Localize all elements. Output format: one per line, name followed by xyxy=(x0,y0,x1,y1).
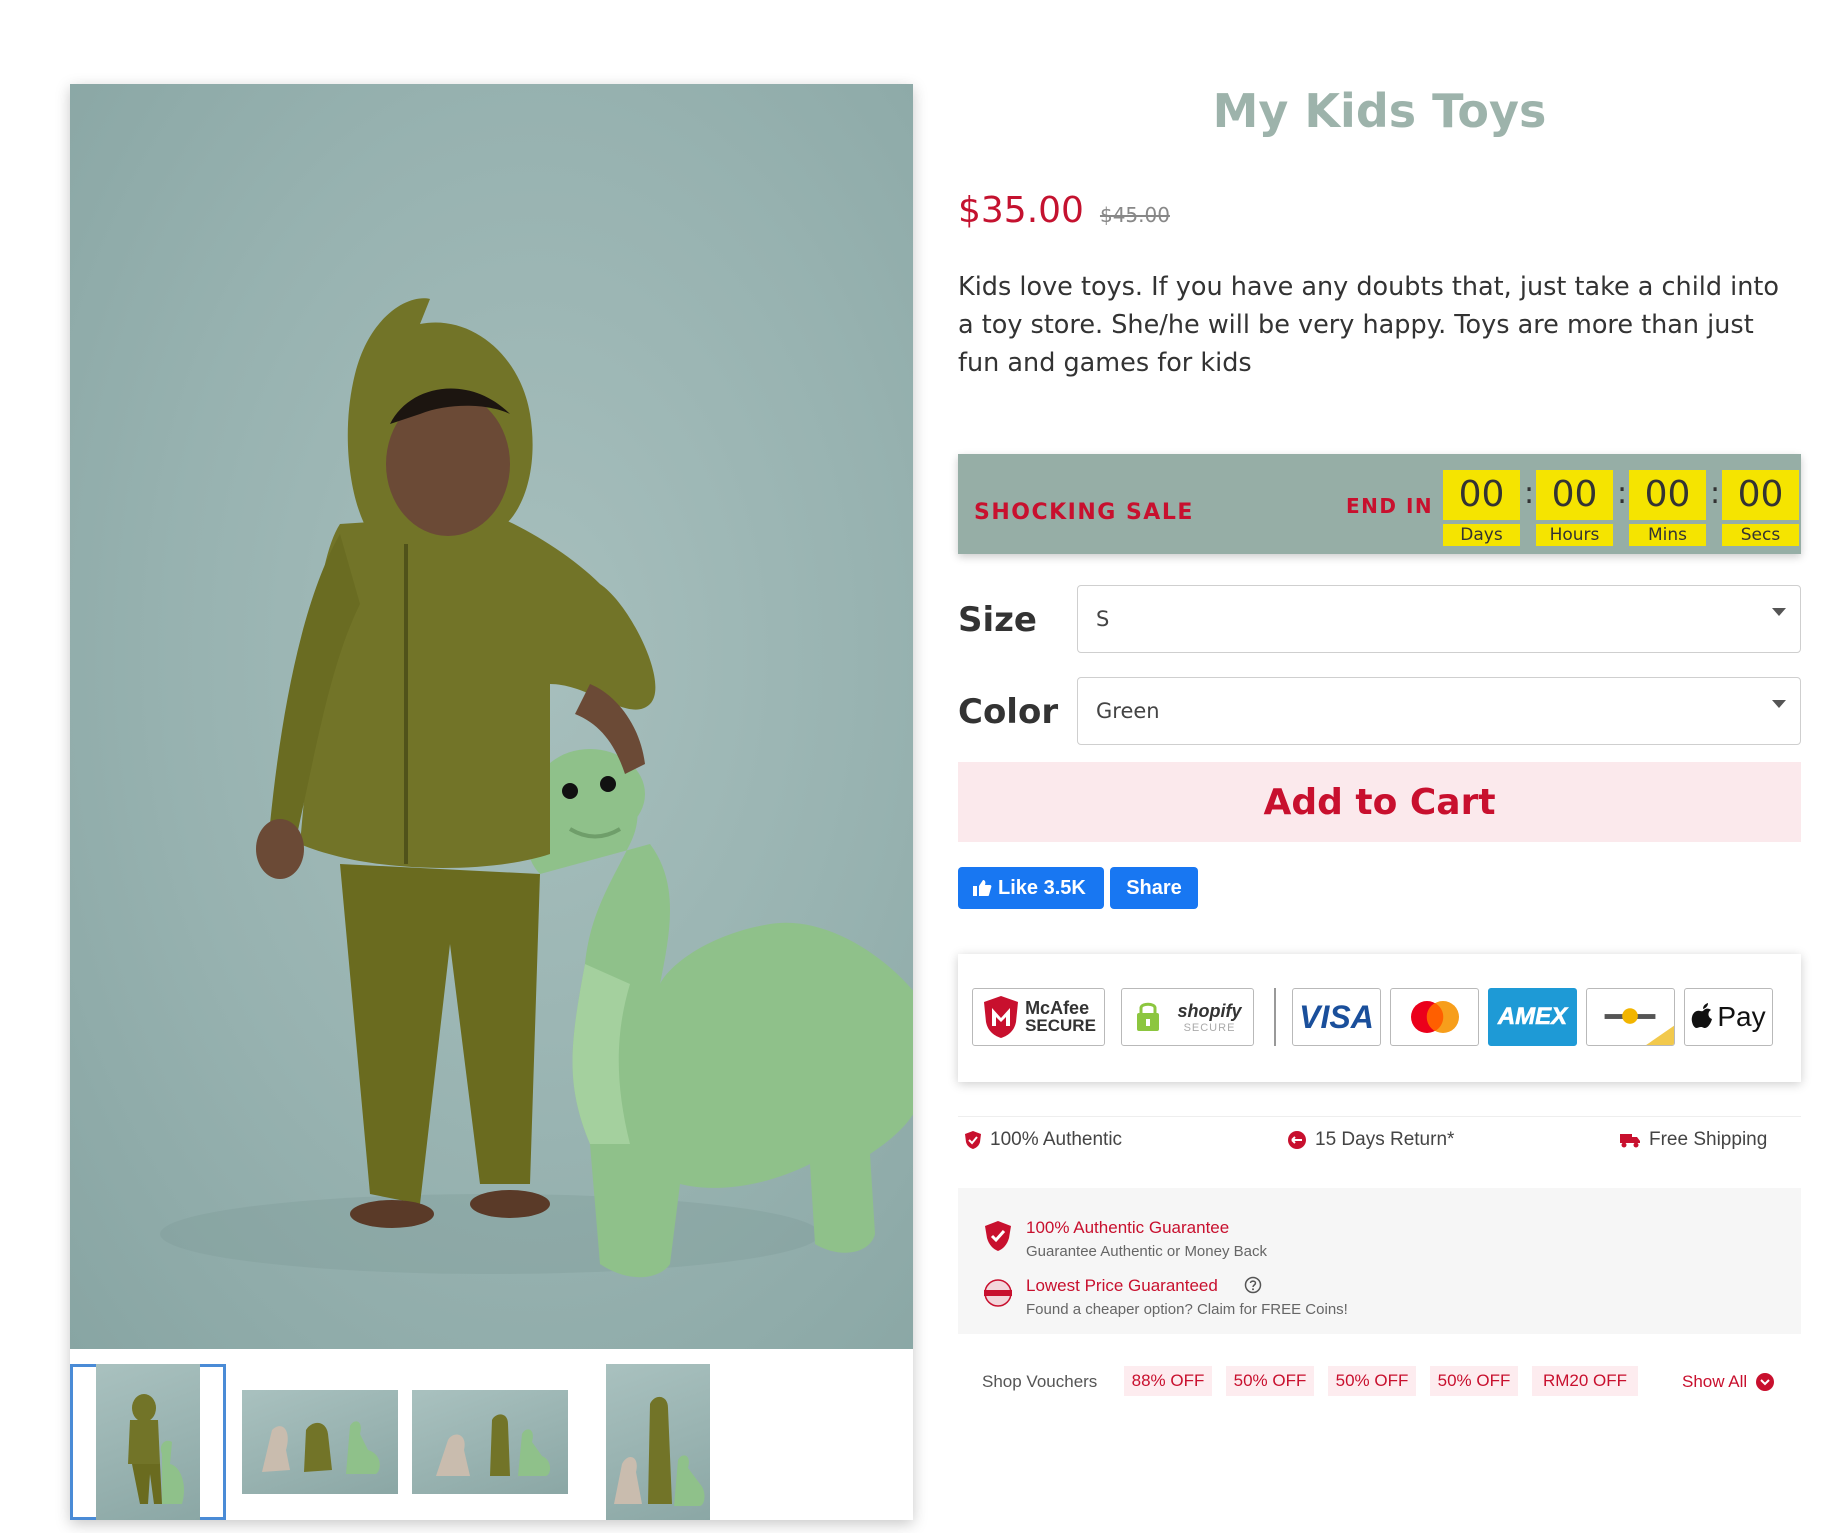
lowest-price-title: Lowest Price Guaranteed xyxy=(1026,1276,1218,1295)
countdown-hours-value: 00 xyxy=(1536,470,1613,520)
badge-divider xyxy=(1274,988,1276,1046)
countdown-mins-label: Mins xyxy=(1629,524,1706,546)
visa-label: VISA xyxy=(1299,998,1374,1035)
product-info-panel: My Kids Toys $35.00 $45.00 Kids love toy… xyxy=(958,0,1801,1533)
shopify-secure-badge: shopify SECURE xyxy=(1121,988,1254,1046)
countdown-days-label: Days xyxy=(1443,524,1520,546)
shop-vouchers-row: Shop Vouchers 88% OFF 50% OFF 50% OFF 50… xyxy=(958,1366,1801,1398)
mastercard-badge xyxy=(1390,988,1479,1046)
color-select-value: Green xyxy=(1096,699,1160,723)
authentic-guarantee-title: 100% Authentic Guarantee xyxy=(1026,1218,1230,1237)
credit-card-icon xyxy=(1604,1008,1674,1045)
apple-icon xyxy=(1692,1003,1713,1028)
trust-badges-box: McAfee SECURE shopify SECURE VISA AMEX P… xyxy=(958,954,1801,1082)
price-guarantee-badge-icon xyxy=(984,1279,1012,1307)
facebook-share-button[interactable]: Share xyxy=(1110,867,1198,909)
countdown-separator: : xyxy=(1710,476,1721,511)
voucher-tag[interactable]: RM20 OFF xyxy=(1532,1366,1638,1396)
color-label: Color xyxy=(958,692,1059,732)
voucher-tag[interactable]: 50% OFF xyxy=(1328,1366,1416,1396)
product-gallery xyxy=(70,84,913,1520)
mastercard-icon xyxy=(1410,1001,1459,1033)
countdown-secs-value: 00 xyxy=(1722,470,1799,520)
product-title: My Kids Toys xyxy=(1212,84,1547,138)
sale-price: $35.00 xyxy=(958,190,1084,231)
add-to-cart-button[interactable]: Add to Cart xyxy=(958,762,1801,842)
lock-icon xyxy=(1137,1002,1160,1031)
mcafee-line2: SECURE xyxy=(1025,1016,1096,1035)
truck-icon xyxy=(1620,1134,1640,1148)
vouchers-label: Shop Vouchers xyxy=(982,1372,1098,1391)
countdown-mins-value: 00 xyxy=(1629,470,1706,520)
size-select[interactable]: S xyxy=(1077,585,1801,653)
thumbnail-1[interactable] xyxy=(70,1364,226,1520)
sale-label: SHOCKING SALE xyxy=(974,500,1194,525)
shield-check-icon xyxy=(985,1221,1011,1251)
trust-shipping: Free Shipping xyxy=(1619,1129,1767,1151)
trust-returns-label: 15 Days Return* xyxy=(1315,1129,1455,1150)
mcafee-line1: McAfee xyxy=(1025,998,1090,1018)
countdown-days: 00 Days xyxy=(1443,470,1520,546)
shopify-line2: SECURE xyxy=(1183,1021,1236,1034)
voucher-tag[interactable]: 88% OFF xyxy=(1124,1366,1212,1396)
compare-price: $45.00 xyxy=(1099,203,1170,227)
countdown-separator: : xyxy=(1524,476,1535,511)
price-row: $35.00 $45.00 xyxy=(958,190,1170,231)
shopify-line1: shopify xyxy=(1177,1000,1242,1021)
like-label: Like 3.5K xyxy=(998,876,1086,899)
chevron-down-icon xyxy=(1772,608,1786,616)
generic-card-badge xyxy=(1586,988,1675,1046)
thumbnail-4-image xyxy=(614,1396,705,1506)
chevron-down-circle-icon xyxy=(1756,1373,1775,1391)
share-label: Share xyxy=(1126,876,1182,899)
facebook-like-button[interactable]: Like 3.5K xyxy=(958,867,1104,909)
countdown-hours-label: Hours xyxy=(1536,524,1613,546)
sale-countdown-banner: SHOCKING SALE END IN 00 Days : 00 Hours … xyxy=(958,454,1801,554)
trust-shipping-label: Free Shipping xyxy=(1649,1129,1768,1150)
color-select[interactable]: Green xyxy=(1077,677,1801,745)
countdown-separator: : xyxy=(1617,476,1628,511)
thumbnail-2[interactable] xyxy=(242,1390,398,1494)
size-select-value: S xyxy=(1096,607,1110,631)
guarantee-box: 100% Authentic Guarantee Guarantee Authe… xyxy=(958,1188,1801,1334)
show-all-vouchers-link[interactable]: Show All xyxy=(1682,1372,1775,1392)
voucher-tag[interactable]: 50% OFF xyxy=(1226,1366,1314,1396)
voucher-tag[interactable]: 50% OFF xyxy=(1430,1366,1518,1396)
product-description: Kids love toys. If you have any doubts t… xyxy=(958,272,1780,378)
countdown-days-value: 00 xyxy=(1443,470,1520,520)
question-circle-icon[interactable] xyxy=(1244,1276,1262,1294)
thumbnail-4[interactable] xyxy=(606,1364,710,1520)
trust-row: 100% Authentic 15 Days Return* Free Ship… xyxy=(958,1116,1801,1162)
thumbnail-1-image xyxy=(128,1394,185,1504)
authentic-guarantee-subtitle: Guarantee Authentic or Money Back xyxy=(1026,1243,1267,1260)
countdown-hours: 00 Hours xyxy=(1536,470,1613,546)
thumbnail-3-image xyxy=(436,1414,551,1476)
mcafee-shield-icon xyxy=(984,996,1019,1038)
amex-label: AMEX xyxy=(1497,1003,1568,1031)
return-icon xyxy=(1288,1131,1306,1149)
thumbnail-strip xyxy=(70,1364,913,1520)
lowest-price-subtitle: Found a cheaper option? Claim for FREE C… xyxy=(1026,1301,1348,1318)
apple-pay-badge: Pay xyxy=(1684,988,1773,1046)
mcafee-secure-badge: McAfee SECURE xyxy=(972,988,1105,1046)
trust-returns: 15 Days Return* xyxy=(1287,1129,1454,1151)
kid-with-dinosaur-illustration xyxy=(160,298,913,1278)
apple-pay-label: Pay xyxy=(1717,1001,1766,1032)
chevron-down-icon xyxy=(1772,700,1786,708)
trust-authentic: 100% Authentic xyxy=(964,1129,1122,1151)
thumbnail-3[interactable] xyxy=(412,1390,568,1494)
countdown-mins: 00 Mins xyxy=(1629,470,1706,546)
countdown-secs: 00 Secs xyxy=(1722,470,1799,546)
amex-badge: AMEX xyxy=(1488,988,1577,1046)
thumbnail-2-image xyxy=(262,1421,380,1474)
visa-badge: VISA xyxy=(1292,988,1381,1046)
show-all-label: Show All xyxy=(1682,1372,1748,1391)
size-label: Size xyxy=(958,600,1037,640)
shield-check-icon xyxy=(965,1131,981,1149)
main-product-image[interactable] xyxy=(70,84,913,1349)
countdown-secs-label: Secs xyxy=(1722,524,1799,546)
trust-authentic-label: 100% Authentic xyxy=(990,1129,1123,1150)
thumbs-up-icon xyxy=(973,880,992,896)
sale-end-label: END IN xyxy=(1346,494,1434,518)
